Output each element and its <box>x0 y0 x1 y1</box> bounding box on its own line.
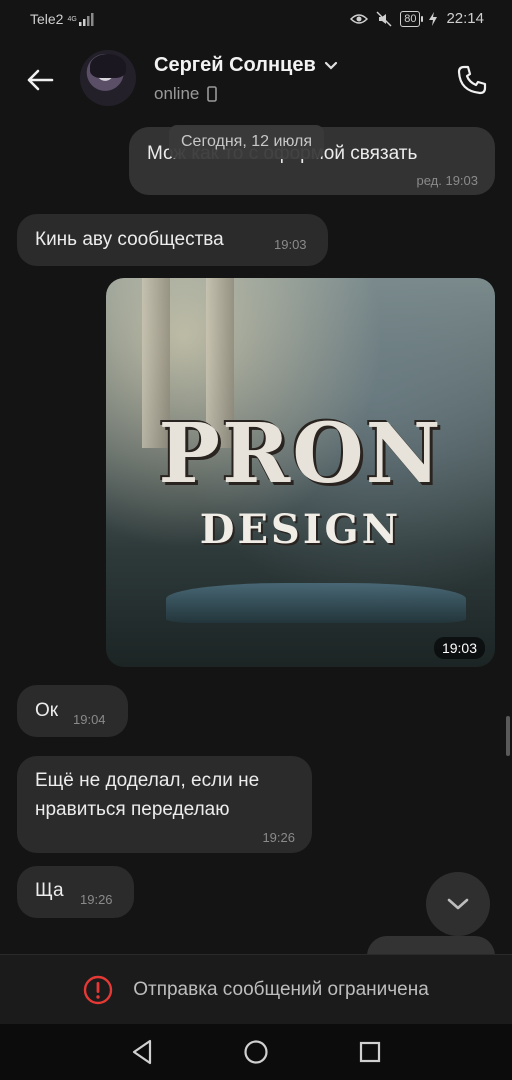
contact-name-label: Сергей Солнцев <box>154 54 316 76</box>
system-nav-bar <box>0 1024 512 1080</box>
nav-back-button[interactable] <box>126 1036 158 1068</box>
phone-icon <box>457 65 487 95</box>
message-bubble-incoming[interactable]: Ща 19:26 <box>17 866 134 918</box>
image-logo-text: PRON <box>158 406 443 502</box>
mute-icon <box>376 10 392 27</box>
carrier-label: Tele2 <box>30 11 64 27</box>
status-time: 22:14 <box>446 10 484 27</box>
message-bubble-incoming[interactable]: Ещё не доделал, если не нравиться переде… <box>17 756 312 853</box>
message-text: Кинь аву сообщества <box>35 229 224 250</box>
mobile-icon <box>207 86 218 102</box>
signal-icon <box>78 13 94 26</box>
contact-status: online <box>154 84 218 104</box>
message-bubble-incoming[interactable]: Ок 19:04 <box>17 685 128 737</box>
scroll-down-button[interactable] <box>426 872 490 936</box>
message-text-line: нравиться переделаю <box>35 799 230 820</box>
nav-recents-button[interactable] <box>354 1036 386 1068</box>
chevron-down-icon <box>324 61 337 70</box>
call-button[interactable] <box>452 60 492 100</box>
battery-indicator: 80 <box>400 10 424 27</box>
message-meta: ред. 19:03 <box>416 173 478 188</box>
message-bubble-outgoing[interactable] <box>367 936 495 954</box>
image-decor <box>166 583 466 623</box>
arrow-left-icon <box>27 69 54 91</box>
status-left: Tele2 4G <box>30 11 97 27</box>
charging-icon <box>429 11 438 26</box>
message-text: Ок <box>35 700 59 721</box>
message-time: 19:26 <box>262 830 295 845</box>
message-bubble-incoming[interactable]: Кинь аву сообщества 19:03 <box>17 214 328 266</box>
image-time: 19:03 <box>433 637 485 659</box>
chevron-down-icon <box>447 898 469 910</box>
image-logo-subtext: DESIGN <box>199 506 402 553</box>
square-recents-icon <box>359 1041 381 1063</box>
status-bar: Tele2 4G 80 22:14 <box>0 0 512 40</box>
status-right: 80 22:14 <box>350 10 484 27</box>
message-text: Ща <box>35 880 64 901</box>
contact-name[interactable]: Сергей Солнцев <box>154 54 338 77</box>
back-button[interactable] <box>22 62 58 98</box>
restricted-notice: Отправка сообщений ограничена <box>0 954 512 1025</box>
image-message[interactable]: PRON DESIGN 19:03 <box>106 278 495 667</box>
message-time: 19:03 <box>274 237 307 252</box>
contact-status-label: online <box>154 84 200 103</box>
circle-home-icon <box>244 1040 268 1064</box>
nav-home-button[interactable] <box>240 1036 272 1068</box>
eye-icon <box>350 13 369 24</box>
restricted-text: Отправка сообщений ограничена <box>133 979 429 1000</box>
exclamation-circle-icon <box>84 975 113 1005</box>
message-text-line: Ещё не доделал, если не <box>35 770 260 791</box>
scrollbar-thumb[interactable] <box>506 716 510 756</box>
network-label: 4G <box>67 15 77 23</box>
message-time: 19:26 <box>80 892 113 907</box>
chat-header: Сергей Солнцев online <box>0 40 512 120</box>
message-list[interactable]: Мож как то с оформой связать ред. 19:03 … <box>0 120 512 954</box>
avatar[interactable] <box>80 50 136 106</box>
triangle-back-icon <box>132 1039 152 1065</box>
date-separator: Сегодня, 12 июля <box>169 125 325 159</box>
message-time: 19:04 <box>73 712 106 727</box>
